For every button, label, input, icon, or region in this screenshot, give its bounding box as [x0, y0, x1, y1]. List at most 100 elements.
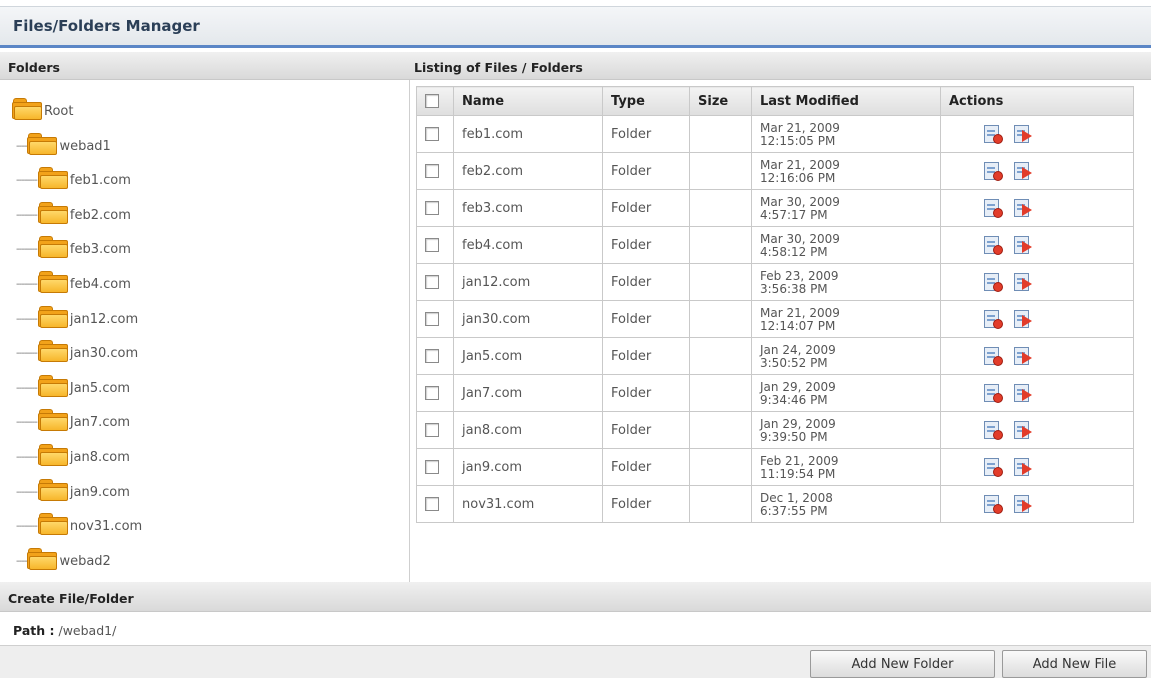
table-row[interactable]: feb3.com Folder Mar 30, 2009 4:57:17 PM	[416, 189, 1134, 227]
folder-tree-item[interactable]: -------- jan8.com	[16, 432, 130, 466]
row-type: Folder	[602, 485, 690, 523]
row-checkbox[interactable]	[425, 312, 439, 326]
add-new-folder-button[interactable]: Add New Folder	[810, 650, 995, 678]
row-actions	[940, 337, 1134, 375]
delete-icon[interactable]	[983, 346, 1003, 366]
row-select-cell	[416, 189, 454, 227]
row-name[interactable]: feb2.com	[453, 152, 603, 190]
table-row[interactable]: feb4.com Folder Mar 30, 2009 4:58:12 PM	[416, 226, 1134, 264]
rename-icon[interactable]	[1013, 235, 1033, 255]
file-table: Name Type Size Last Modified Actions feb…	[416, 86, 1134, 523]
table-row[interactable]: Jan5.com Folder Jan 24, 2009 3:50:52 PM	[416, 337, 1134, 375]
row-checkbox[interactable]	[425, 238, 439, 252]
row-name[interactable]: nov31.com	[453, 485, 603, 523]
folder-tree-item[interactable]: ---- webad2	[16, 536, 111, 570]
row-checkbox[interactable]	[425, 497, 439, 511]
folder-tree-item[interactable]: -------- feb1.com	[16, 155, 131, 190]
row-name[interactable]: feb1.com	[453, 115, 603, 153]
add-new-file-button[interactable]: Add New File	[1002, 650, 1147, 678]
select-all-checkbox[interactable]	[425, 94, 439, 108]
table-row[interactable]: jan9.com Folder Feb 21, 2009 11:19:54 PM	[416, 448, 1134, 486]
folder-tree-item[interactable]: -------- feb4.com	[16, 259, 131, 293]
row-checkbox[interactable]	[425, 127, 439, 141]
folder-icon	[37, 201, 68, 224]
delete-icon[interactable]	[983, 124, 1003, 144]
table-row[interactable]: Jan7.com Folder Jan 29, 2009 9:34:46 PM	[416, 374, 1134, 412]
rename-icon[interactable]	[1013, 383, 1033, 403]
table-row[interactable]: jan8.com Folder Jan 29, 2009 9:39:50 PM	[416, 411, 1134, 449]
row-name[interactable]: jan12.com	[453, 263, 603, 301]
modified-date: Mar 21, 2009	[760, 157, 840, 172]
row-actions	[940, 152, 1134, 190]
row-size	[689, 485, 752, 523]
row-name[interactable]: jan30.com	[453, 300, 603, 338]
table-row[interactable]: jan12.com Folder Feb 23, 2009 3:56:38 PM	[416, 263, 1134, 301]
rename-icon[interactable]	[1013, 420, 1033, 440]
folder-label: jan9.com	[69, 484, 130, 500]
folder-tree-item[interactable]: -------- jan30.com	[16, 328, 138, 363]
row-name[interactable]: feb3.com	[453, 189, 603, 227]
listing-panel: Name Type Size Last Modified Actions feb…	[410, 80, 1151, 582]
row-name[interactable]: jan9.com	[453, 448, 603, 486]
folder-label: feb3.com	[69, 242, 131, 258]
row-select-cell	[416, 448, 454, 486]
row-checkbox[interactable]	[425, 423, 439, 437]
column-size[interactable]: Size	[689, 86, 752, 116]
folder-tree-item[interactable]: Root	[12, 86, 73, 120]
delete-icon[interactable]	[983, 383, 1003, 403]
folder-tree-item[interactable]: -------- feb3.com	[16, 224, 131, 259]
row-actions	[940, 263, 1134, 301]
delete-icon[interactable]	[983, 161, 1003, 181]
modified-time: 9:34:46 PM	[760, 392, 828, 407]
rename-icon[interactable]	[1013, 346, 1033, 366]
row-checkbox[interactable]	[425, 349, 439, 363]
row-name[interactable]: jan8.com	[453, 411, 603, 449]
folder-tree-item[interactable]: -------- nov31.com	[16, 501, 142, 536]
folder-icon	[37, 340, 68, 363]
column-type[interactable]: Type	[602, 86, 690, 116]
table-row[interactable]: feb2.com Folder Mar 21, 2009 12:16:06 PM	[416, 152, 1134, 190]
delete-icon[interactable]	[983, 272, 1003, 292]
row-type: Folder	[602, 189, 690, 227]
modified-date: Dec 1, 2008	[760, 490, 833, 505]
row-actions	[940, 189, 1134, 227]
folder-tree-item[interactable]: -------- jan12.com	[16, 294, 138, 328]
folder-tree-item[interactable]: -------- Jan7.com	[16, 397, 130, 432]
delete-icon[interactable]	[983, 457, 1003, 477]
table-row[interactable]: jan30.com Folder Mar 21, 2009 12:14:07 PM	[416, 300, 1134, 338]
rename-icon[interactable]	[1013, 272, 1033, 292]
rename-icon[interactable]	[1013, 309, 1033, 329]
folder-tree-item[interactable]: -------- jan9.com	[16, 467, 130, 501]
rename-icon[interactable]	[1013, 161, 1033, 181]
rename-icon[interactable]	[1013, 494, 1033, 514]
row-size	[689, 263, 752, 301]
folder-tree-item[interactable]: -------- Jan5.com	[16, 363, 130, 397]
table-row[interactable]: nov31.com Folder Dec 1, 2008 6:37:55 PM	[416, 485, 1134, 523]
row-name[interactable]: Jan5.com	[453, 337, 603, 375]
row-actions	[940, 485, 1134, 523]
rename-icon[interactable]	[1013, 457, 1033, 477]
delete-icon[interactable]	[983, 198, 1003, 218]
folder-tree-item[interactable]: -------- feb2.com	[16, 190, 131, 224]
row-checkbox[interactable]	[425, 460, 439, 474]
row-checkbox[interactable]	[425, 386, 439, 400]
row-checkbox[interactable]	[425, 164, 439, 178]
column-last-modified[interactable]: Last Modified	[751, 86, 941, 116]
delete-icon[interactable]	[983, 420, 1003, 440]
delete-icon[interactable]	[983, 494, 1003, 514]
row-checkbox[interactable]	[425, 201, 439, 215]
delete-icon[interactable]	[983, 309, 1003, 329]
folder-icon	[27, 132, 58, 155]
delete-icon[interactable]	[983, 235, 1003, 255]
table-row[interactable]: feb1.com Folder Mar 21, 2009 12:15:05 PM	[416, 115, 1134, 153]
row-name[interactable]: feb4.com	[453, 226, 603, 264]
rename-icon[interactable]	[1013, 124, 1033, 144]
row-name[interactable]: Jan7.com	[453, 374, 603, 412]
rename-icon[interactable]	[1013, 198, 1033, 218]
row-checkbox[interactable]	[425, 275, 439, 289]
column-name[interactable]: Name	[453, 86, 603, 116]
tree-connector: ----	[16, 555, 27, 567]
row-last-modified: Mar 30, 2009 4:58:12 PM	[751, 226, 941, 264]
folder-tree-item[interactable]: ---- webad1	[16, 121, 111, 155]
tree-connector: --------	[16, 382, 38, 394]
